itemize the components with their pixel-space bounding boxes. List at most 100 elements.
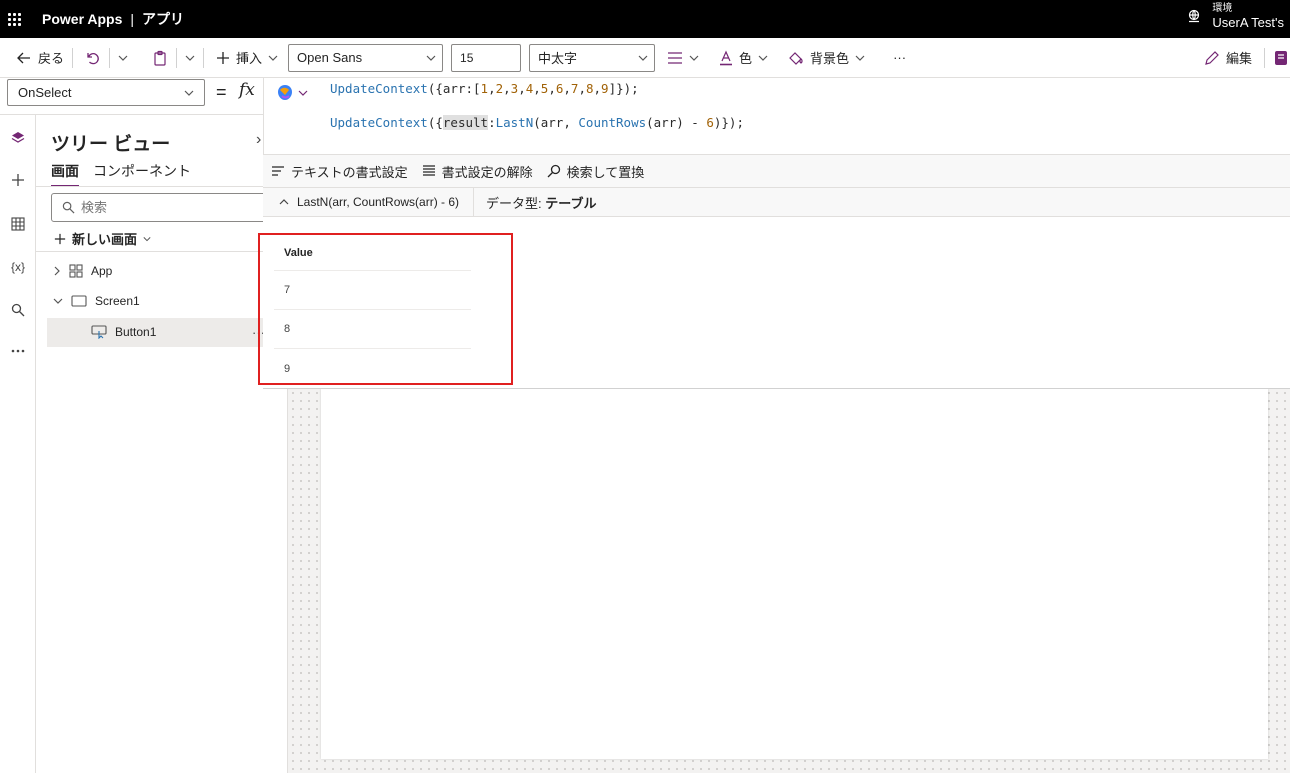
environment-picker[interactable]: 環境 UserA Test's xyxy=(1186,2,1284,30)
formula-bar: OnSelect = fx xyxy=(0,78,263,115)
edit-button[interactable]: 編集 xyxy=(1198,38,1258,78)
paste-button[interactable] xyxy=(134,38,174,78)
pencil-icon xyxy=(1205,50,1219,65)
paste-menu-button[interactable] xyxy=(179,38,201,78)
clipboard-icon xyxy=(154,50,166,66)
chevron-down-icon xyxy=(184,90,194,96)
search-icon xyxy=(62,201,75,214)
code-token: UpdateContext xyxy=(330,81,428,96)
tree-node-button1[interactable]: Button1 xyxy=(91,325,156,339)
tree-node-screen1[interactable]: Screen1 xyxy=(53,294,140,308)
layers-icon xyxy=(11,132,25,143)
data-rail-button[interactable] xyxy=(0,209,36,239)
divider xyxy=(203,47,205,68)
fx-icon: fx xyxy=(239,80,255,100)
tree-search-box[interactable] xyxy=(51,193,271,222)
chevron-right-icon[interactable] xyxy=(53,266,61,276)
formula-editor[interactable]: UpdateContext({arr:[1,2,3,4,5,6,7,8,9]})… xyxy=(263,78,1290,155)
color-button[interactable]: 色 xyxy=(705,38,774,78)
property-select[interactable]: OnSelect xyxy=(7,79,205,106)
app-title: Power Apps | アプリ xyxy=(42,9,184,29)
tree-node-app[interactable]: App xyxy=(53,264,112,278)
format-text-label: テキストの書式設定 xyxy=(291,164,408,180)
chevron-down-icon[interactable] xyxy=(53,297,63,305)
formula-line-1: UpdateContext({arr:[1,2,3,4,5,6,7,8,9]})… xyxy=(330,81,639,96)
more-rail-button[interactable] xyxy=(0,336,36,366)
back-button[interactable]: 戻る xyxy=(0,38,70,78)
top-bar: Power Apps | アプリ 環境 UserA Test's xyxy=(0,0,1290,38)
code-token: ({ xyxy=(427,115,443,130)
code-number: 8 xyxy=(585,81,594,96)
code-number: 1 xyxy=(480,81,489,96)
chevron-down-icon xyxy=(118,55,128,61)
undo-button[interactable] xyxy=(75,38,107,78)
font-weight-value: 中太字 xyxy=(538,51,578,66)
environment-name: UserA Test's xyxy=(1212,15,1284,30)
code-variable-highlighted: result xyxy=(442,115,489,130)
code-number: 7 xyxy=(570,81,579,96)
more-label: ··· xyxy=(893,50,907,65)
result-header: LastN(arr, CountRows(arr) - 6) データ型: テーブ… xyxy=(263,187,1290,217)
chevron-down-icon xyxy=(143,236,151,241)
font-weight-select[interactable]: 中太字 xyxy=(529,43,656,72)
font-color-icon xyxy=(720,50,733,65)
tree-node-label: App xyxy=(91,264,113,278)
fill-button[interactable]: 背景色 xyxy=(774,38,871,78)
code-number: 6 xyxy=(706,115,714,130)
undo-menu-button[interactable] xyxy=(112,38,134,78)
result-expression-toggle[interactable]: LastN(arr, CountRows(arr) - 6) xyxy=(263,187,475,217)
tab-screens[interactable]: 画面 xyxy=(51,161,79,187)
insert-rail-button[interactable] xyxy=(0,165,36,195)
property-value: OnSelect xyxy=(18,85,72,100)
table-icon xyxy=(11,217,25,231)
search-rail-button[interactable] xyxy=(0,295,36,325)
close-panel-button[interactable]: › xyxy=(256,131,261,149)
remove-format-button[interactable]: 書式設定の解除 xyxy=(422,162,533,181)
data-type-value: テーブル xyxy=(545,195,597,211)
tree-search-input[interactable] xyxy=(81,200,231,215)
plus-icon xyxy=(54,233,66,244)
divider xyxy=(176,47,178,68)
plus-icon xyxy=(217,51,230,64)
chevron-down-icon xyxy=(689,55,699,61)
chevron-down-icon xyxy=(426,55,436,61)
fill-label: 背景色 xyxy=(810,51,850,66)
search-icon xyxy=(11,303,25,317)
insert-button[interactable]: 挿入 xyxy=(206,38,284,78)
more-button[interactable]: ··· xyxy=(871,38,912,78)
code-token: ]}); xyxy=(608,81,639,96)
code-number: 3 xyxy=(510,81,519,96)
font-family-select[interactable]: Open Sans xyxy=(288,43,444,72)
chevron-down-icon xyxy=(855,55,865,61)
copilot-button[interactable] xyxy=(276,84,308,102)
app-launcher-icon[interactable] xyxy=(0,0,28,38)
format-text-button[interactable]: テキストの書式設定 xyxy=(271,162,408,181)
find-replace-button[interactable]: 検索して置換 xyxy=(547,162,644,181)
remove-format-label: 書式設定の解除 xyxy=(441,164,533,180)
formula-editor-toolbar: テキストの書式設定 書式設定の解除 検索して置換 xyxy=(263,155,1290,188)
font-size-input[interactable]: 15 xyxy=(451,43,522,72)
tab-components[interactable]: コンポーネント xyxy=(93,161,191,187)
divider xyxy=(1264,48,1265,68)
divider xyxy=(36,186,288,187)
plus-icon xyxy=(12,174,24,186)
highlight-annotation-box xyxy=(258,233,513,385)
selected-node-highlight xyxy=(47,318,273,347)
code-token: )}); xyxy=(713,115,744,130)
product-name: Power Apps xyxy=(42,11,123,27)
app-label: アプリ xyxy=(142,11,185,27)
new-screen-label: 新しい画面 xyxy=(72,232,138,247)
chevron-up-icon xyxy=(279,199,289,205)
new-screen-button[interactable]: 新しい画面 xyxy=(54,229,151,248)
app-checker-button[interactable] xyxy=(1268,38,1290,78)
formula-line-2: UpdateContext({result:LastN(arr, CountRo… xyxy=(330,115,744,130)
left-rail: {x} xyxy=(0,115,36,773)
canvas-screen[interactable] xyxy=(321,389,1268,759)
equals-sign: = xyxy=(216,82,227,102)
variables-rail-button[interactable]: {x} xyxy=(0,252,36,282)
tree-view-rail-button[interactable] xyxy=(0,123,36,153)
code-token: ({arr:[ xyxy=(427,81,481,96)
divider xyxy=(36,251,288,252)
search-icon xyxy=(547,164,560,178)
text-align-button[interactable] xyxy=(655,38,705,78)
